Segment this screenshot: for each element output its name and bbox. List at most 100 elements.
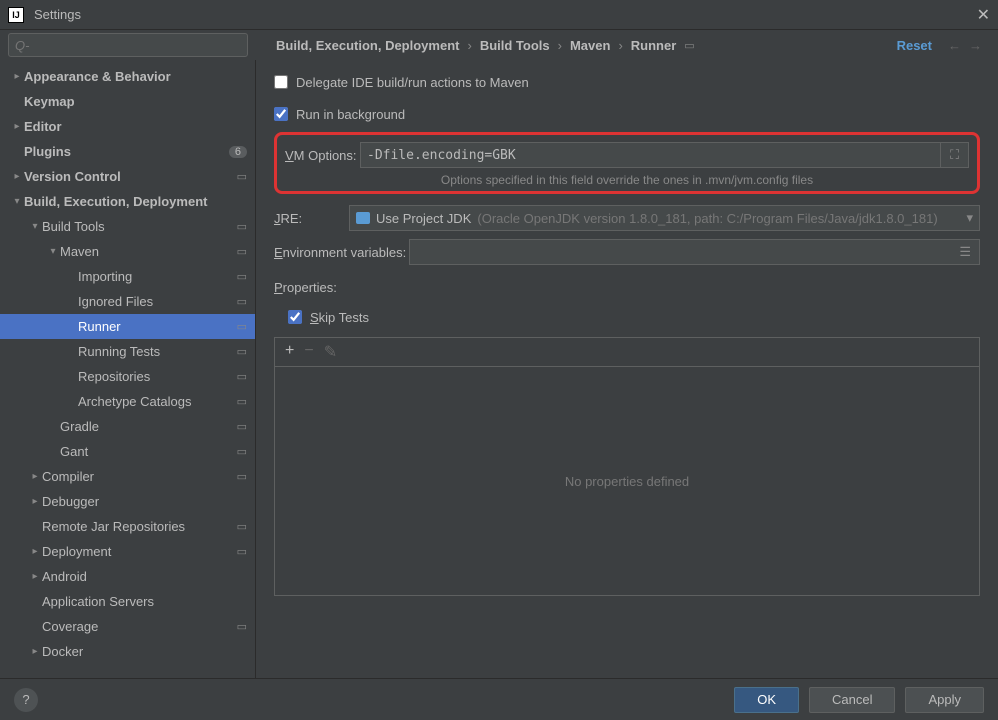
vm-options-hint: Options specified in this field override…	[285, 173, 969, 187]
sidebar-item-archetype-catalogs[interactable]: Archetype Catalogs▭	[0, 389, 255, 414]
project-scope-icon: ▭	[237, 420, 247, 433]
cancel-button[interactable]: Cancel	[809, 687, 895, 713]
chevron-down-icon: ▾	[46, 246, 60, 257]
project-scope-icon: ▭	[237, 620, 247, 633]
sidebar-item-version-control[interactable]: ▸Version Control▭	[0, 164, 255, 189]
edit-icon[interactable]: ✎	[324, 342, 337, 362]
app-icon: IJ	[8, 7, 24, 23]
tree-label: Running Tests	[78, 344, 233, 359]
project-scope-icon: ▭	[237, 320, 247, 333]
disk-icon	[356, 212, 370, 224]
sidebar-item-gant[interactable]: Gant▭	[0, 439, 255, 464]
sidebar-item-deployment[interactable]: ▸Deployment▭	[0, 539, 255, 564]
breadcrumb-item[interactable]: Maven	[570, 38, 610, 53]
tree-label: Keymap	[24, 94, 247, 109]
tree-label: Appearance & Behavior	[24, 69, 247, 84]
vm-options-label: VM Options:	[285, 148, 360, 163]
nav-arrows: ← →	[948, 38, 982, 53]
sidebar-item-remote-jar-repositories[interactable]: Remote Jar Repositories▭	[0, 514, 255, 539]
sidebar-item-runner[interactable]: Runner▭	[0, 314, 255, 339]
forward-icon[interactable]: →	[969, 38, 982, 53]
search-input[interactable]	[8, 33, 248, 57]
reset-link[interactable]: Reset	[897, 38, 932, 53]
breadcrumb-item[interactable]: Build Tools	[480, 38, 550, 53]
jre-select[interactable]: Use Project JDK (Oracle OpenJDK version …	[349, 205, 980, 231]
tree-label: Android	[42, 569, 247, 584]
tree-label: Gradle	[60, 419, 233, 434]
add-icon[interactable]: +	[285, 342, 294, 362]
delegate-checkbox[interactable]: Delegate IDE build/run actions to Maven	[274, 75, 529, 90]
tree-label: Version Control	[24, 169, 233, 184]
tree-label: Archetype Catalogs	[78, 394, 233, 409]
chevron-down-icon: ▾	[10, 196, 24, 207]
sidebar-item-keymap[interactable]: Keymap	[0, 89, 255, 114]
env-vars-label: Environment variables:	[274, 245, 409, 260]
sidebar-item-android[interactable]: ▸Android	[0, 564, 255, 589]
env-vars-input[interactable]: ☰	[409, 239, 980, 265]
project-scope-icon: ▭	[237, 345, 247, 358]
back-icon[interactable]: ←	[948, 38, 961, 53]
window-title: Settings	[34, 7, 977, 22]
sidebar-item-build-execution-deployment[interactable]: ▾Build, Execution, Deployment	[0, 189, 255, 214]
tree-label: Remote Jar Repositories	[42, 519, 233, 534]
project-scope-icon: ▭	[237, 270, 247, 283]
list-icon[interactable]: ☰	[951, 244, 979, 260]
sidebar-item-docker[interactable]: ▸Docker	[0, 639, 255, 664]
chevron-right-icon: ▸	[28, 646, 42, 657]
breadcrumb: Build, Execution, Deployment › Build Too…	[256, 38, 889, 53]
expand-icon[interactable]: ⛶	[941, 142, 969, 168]
project-scope-icon[interactable]: ▭	[684, 39, 694, 52]
settings-tree[interactable]: ▸Appearance & BehaviorKeymap▸EditorPlugi…	[0, 60, 256, 678]
tree-label: Build, Execution, Deployment	[24, 194, 247, 209]
title-bar: IJ Settings ✕	[0, 0, 998, 30]
chevron-down-icon: ▾	[966, 210, 973, 226]
tree-label: Application Servers	[42, 594, 247, 609]
sidebar-item-coverage[interactable]: Coverage ▭	[0, 614, 255, 639]
close-icon[interactable]: ✕	[977, 5, 990, 25]
sidebar-item-appearance-behavior[interactable]: ▸Appearance & Behavior	[0, 64, 255, 89]
chevron-right-icon: ›	[467, 38, 471, 53]
chevron-right-icon: ▸	[28, 496, 42, 507]
project-scope-icon: ▭	[237, 245, 247, 258]
sidebar-item-debugger[interactable]: ▸Debugger	[0, 489, 255, 514]
sidebar-item-running-tests[interactable]: Running Tests ▭	[0, 339, 255, 364]
chevron-down-icon: ▾	[28, 221, 42, 232]
skip-tests-checkbox[interactable]: Skip Tests	[288, 310, 369, 325]
tree-label: Compiler	[42, 469, 233, 484]
tree-label: Gant	[60, 444, 233, 459]
sidebar-item-application-servers[interactable]: Application Servers	[0, 589, 255, 614]
vm-options-input[interactable]	[360, 142, 941, 168]
settings-content: Delegate IDE build/run actions to Maven …	[256, 60, 998, 678]
breadcrumb-item[interactable]: Build, Execution, Deployment	[276, 38, 459, 53]
chevron-right-icon: ▸	[28, 571, 42, 582]
sidebar-item-importing[interactable]: Importing▭	[0, 264, 255, 289]
apply-button[interactable]: Apply	[905, 687, 984, 713]
tree-label: Build Tools	[42, 219, 233, 234]
sidebar-item-compiler[interactable]: ▸Compiler▭	[0, 464, 255, 489]
sidebar-item-gradle[interactable]: Gradle ▭	[0, 414, 255, 439]
sidebar-item-repositories[interactable]: Repositories ▭	[0, 364, 255, 389]
properties-list[interactable]: No properties defined	[274, 366, 980, 596]
chevron-right-icon: ▸	[28, 546, 42, 557]
tree-label: Ignored Files	[78, 294, 233, 309]
sidebar-item-editor[interactable]: ▸Editor	[0, 114, 255, 139]
project-scope-icon: ▭	[237, 370, 247, 383]
sidebar-item-maven[interactable]: ▾Maven▭	[0, 239, 255, 264]
sidebar-item-ignored-files[interactable]: Ignored Files ▭	[0, 289, 255, 314]
tree-label: Coverage	[42, 619, 233, 634]
sidebar-item-plugins[interactable]: Plugins6	[0, 139, 255, 164]
chevron-right-icon: ›	[618, 38, 622, 53]
tree-label: Editor	[24, 119, 247, 134]
help-button[interactable]: ?	[14, 688, 38, 712]
breadcrumb-item[interactable]: Runner	[631, 38, 677, 53]
ok-button[interactable]: OK	[734, 687, 799, 713]
project-scope-icon: ▭	[237, 170, 247, 183]
run-background-checkbox[interactable]: Run in background	[274, 107, 405, 122]
chevron-right-icon: ▸	[28, 471, 42, 482]
sidebar-item-build-tools[interactable]: ▾Build Tools▭	[0, 214, 255, 239]
remove-icon[interactable]: −	[304, 342, 313, 362]
project-scope-icon: ▭	[237, 295, 247, 308]
chevron-right-icon: ▸	[10, 121, 24, 132]
tree-label: Repositories	[78, 369, 233, 384]
chevron-right-icon: ▸	[10, 71, 24, 82]
